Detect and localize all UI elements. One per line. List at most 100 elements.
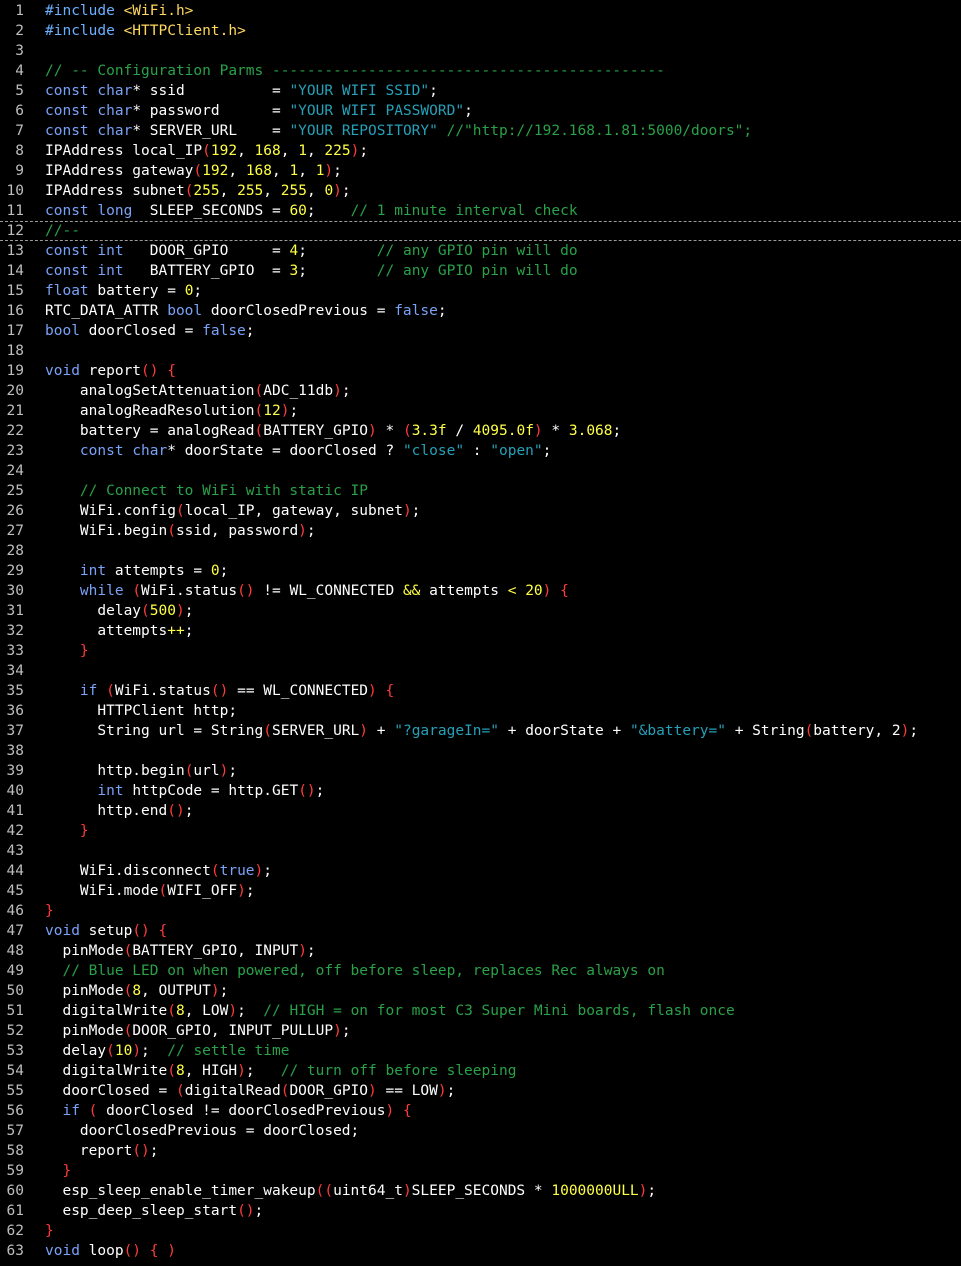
line-number: 43 [6,843,24,859]
code-line[interactable]: 6 const char* password = "YOUR WIFI PASSW… [0,101,961,121]
code-line[interactable]: 54 digitalWrite(8, HIGH); // turn off be… [0,1061,961,1081]
code-line[interactable]: 11 const long SLEEP_SECONDS = 60; // 1 mi… [0,201,961,221]
code-line[interactable]: 45 WiFi.mode(WIFI_OFF); [0,881,961,901]
code-line[interactable]: 14 const int BATTERY_GPIO = 3; // any GPI… [0,261,961,281]
code-editor[interactable]: 1 #include <WiFi.h> 2 #include <HTTPClient.… [0,0,961,1266]
keyword-token: false [202,323,246,339]
paren-token: ( [106,1043,115,1059]
code-line[interactable]: 43 [0,841,961,861]
paren-token: ( [202,143,211,159]
code-content: if ( doorClosed != doorClosedPrevious) { [45,1101,411,1121]
code-text: setup [79,923,133,939]
keyword-token: float [45,283,89,299]
code-line[interactable]: 61 esp_deep_sleep_start(); [0,1201,961,1221]
code-line[interactable]: 48 pinMode(BATTERY_GPIO, INPUT); [0,941,961,961]
code-line[interactable]: 4 // -- Configuration Parms -------------… [0,61,961,81]
code-text: ; [341,383,351,399]
code-line[interactable]: 62} [0,1221,961,1241]
code-line[interactable]: 36 HTTPClient http; [0,701,961,721]
code-text: , [219,183,238,199]
code-line[interactable]: 56 if ( doorClosed != doorClosedPrevious… [0,1101,961,1121]
code-line[interactable]: 53 delay(10); // settle time [0,1041,961,1061]
code-line[interactable]: 30 while (WiFi.status() != WL_CONNECTED … [0,581,961,601]
code-line[interactable]: 23 const char* doorState = doorClosed ? … [0,441,961,461]
code-line[interactable]: 12 //-- [0,221,961,241]
code-content: doorClosedPrevious = doorClosed; [45,1121,359,1141]
paren-token: ) [228,1003,238,1019]
code-line[interactable]: 60 esp_sleep_enable_timer_wakeup((uint64… [0,1181,961,1201]
code-content: // Blue LED on when powered, off before … [45,961,664,981]
code-line[interactable]: 7 const char* SERVER_URL = "YOUR REPOSITO… [0,121,961,141]
code-line[interactable]: 29 int attempts = 0; [0,561,961,581]
code-text: , [263,183,281,199]
code-line[interactable]: 34 [0,661,961,681]
code-line[interactable]: 33 } [0,641,961,661]
code-line[interactable]: 17 bool doorClosed = false; [0,321,961,341]
code-line[interactable]: 19 void report() { [0,361,961,381]
code-line[interactable]: 21 analogReadResolution(12); [0,401,961,421]
code-line[interactable]: 58 report(); [0,1141,961,1161]
line-number: 18 [6,343,24,359]
code-line[interactable]: 40 int httpCode = http.GET(); [0,781,961,801]
line-number: 36 [6,703,24,719]
code-line[interactable]: 18 [0,341,961,361]
code-line[interactable]: 31 delay(500); [0,601,961,621]
code-content: esp_deep_sleep_start(); [45,1201,263,1221]
line-number: 24 [6,463,24,479]
code-line[interactable]: 26 WiFi.config(local_IP, gateway, subnet… [0,501,961,521]
code-line[interactable]: 38 [0,741,961,761]
line-number: 45 [6,883,24,899]
code-line[interactable]: 63 void loop() { ) [0,1241,961,1261]
code-content: void report() { [45,361,176,381]
code-line[interactable]: 3 [0,41,961,61]
code-line[interactable]: 55 doorClosed = (digitalRead(DOOR_GPIO) … [0,1081,961,1101]
paren-token: ) [368,683,377,699]
code-line[interactable]: 35 if (WiFi.status() == WL_CONNECTED) { [0,681,961,701]
code-line[interactable]: 24 [0,461,961,481]
code-text: , HIGH [184,1063,238,1079]
paren-token: } [79,823,89,839]
code-line[interactable]: 2 #include <HTTPClient.h> [0,21,961,41]
code-line[interactable]: 10 IPAddress subnet(255, 255, 255, 0); [0,181,961,201]
paren-token: () [298,783,316,799]
code-text: http.begin [45,763,185,779]
code-text: ; [612,423,622,439]
code-line[interactable]: 13 const int DOOR_GPIO = 4; // any GPIO p… [0,241,961,261]
code-line[interactable]: 51 digitalWrite(8, LOW); // HIGH = on fo… [0,1001,961,1021]
code-line[interactable]: 41 http.end(); [0,801,961,821]
code-content: const int DOOR_GPIO = 4; // any GPIO pin… [45,241,578,261]
code-line[interactable]: 9 IPAddress gateway(192, 168, 1, 1); [0,161,961,181]
code-line[interactable]: 5 const char* ssid = "YOUR WIFI SSID"; [0,81,961,101]
code-text: ; [289,403,299,419]
code-line[interactable]: 46} [0,901,961,921]
code-line[interactable]: 32 attempts++; [0,621,961,641]
code-line[interactable]: 28 [0,541,961,561]
code-line[interactable]: 8 IPAddress local_IP(192, 168, 1, 225); [0,141,961,161]
code-line[interactable]: 27 WiFi.begin(ssid, password); [0,521,961,541]
comment-token: // any GPIO pin will do [376,243,578,259]
code-line[interactable]: 49 // Blue LED on when powered, off befo… [0,961,961,981]
code-line[interactable]: 42 } [0,821,961,841]
code-line[interactable]: 16 RTC_DATA_ATTR bool doorClosedPrevious … [0,301,961,321]
code-line[interactable]: 39 http.begin(url); [0,761,961,781]
code-line[interactable]: 59 } [0,1161,961,1181]
code-line[interactable]: 1 #include <WiFi.h> [0,1,961,21]
code-line[interactable]: 37 String url = String(SERVER_URL) + "?g… [0,721,961,741]
code-line[interactable]: 50 pinMode(8, OUTPUT); [0,981,961,1001]
code-line[interactable]: 15 float battery = 0; [0,281,961,301]
line-number: 9 [15,163,24,179]
code-text: IPAddress subnet [45,183,185,199]
code-line[interactable]: 20 analogSetAttenuation(ADC_11db); [0,381,961,401]
code-line[interactable]: 25 // Connect to WiFi with static IP [0,481,961,501]
comment-token: // any GPIO pin will do [376,263,578,279]
code-line[interactable]: 44 WiFi.disconnect(true); [0,861,961,881]
code-line[interactable]: 22 battery = analogRead(BATTERY_GPIO) * … [0,421,961,441]
code-content: WiFi.mode(WIFI_OFF); [45,881,255,901]
code-line[interactable]: 57 doorClosedPrevious = doorClosed; [0,1121,961,1141]
paren-token: ) [298,943,307,959]
code-line[interactable]: 52 pinMode(DOOR_GPIO, INPUT_PULLUP); [0,1021,961,1041]
code-line[interactable]: 47 void setup() { [0,921,961,941]
